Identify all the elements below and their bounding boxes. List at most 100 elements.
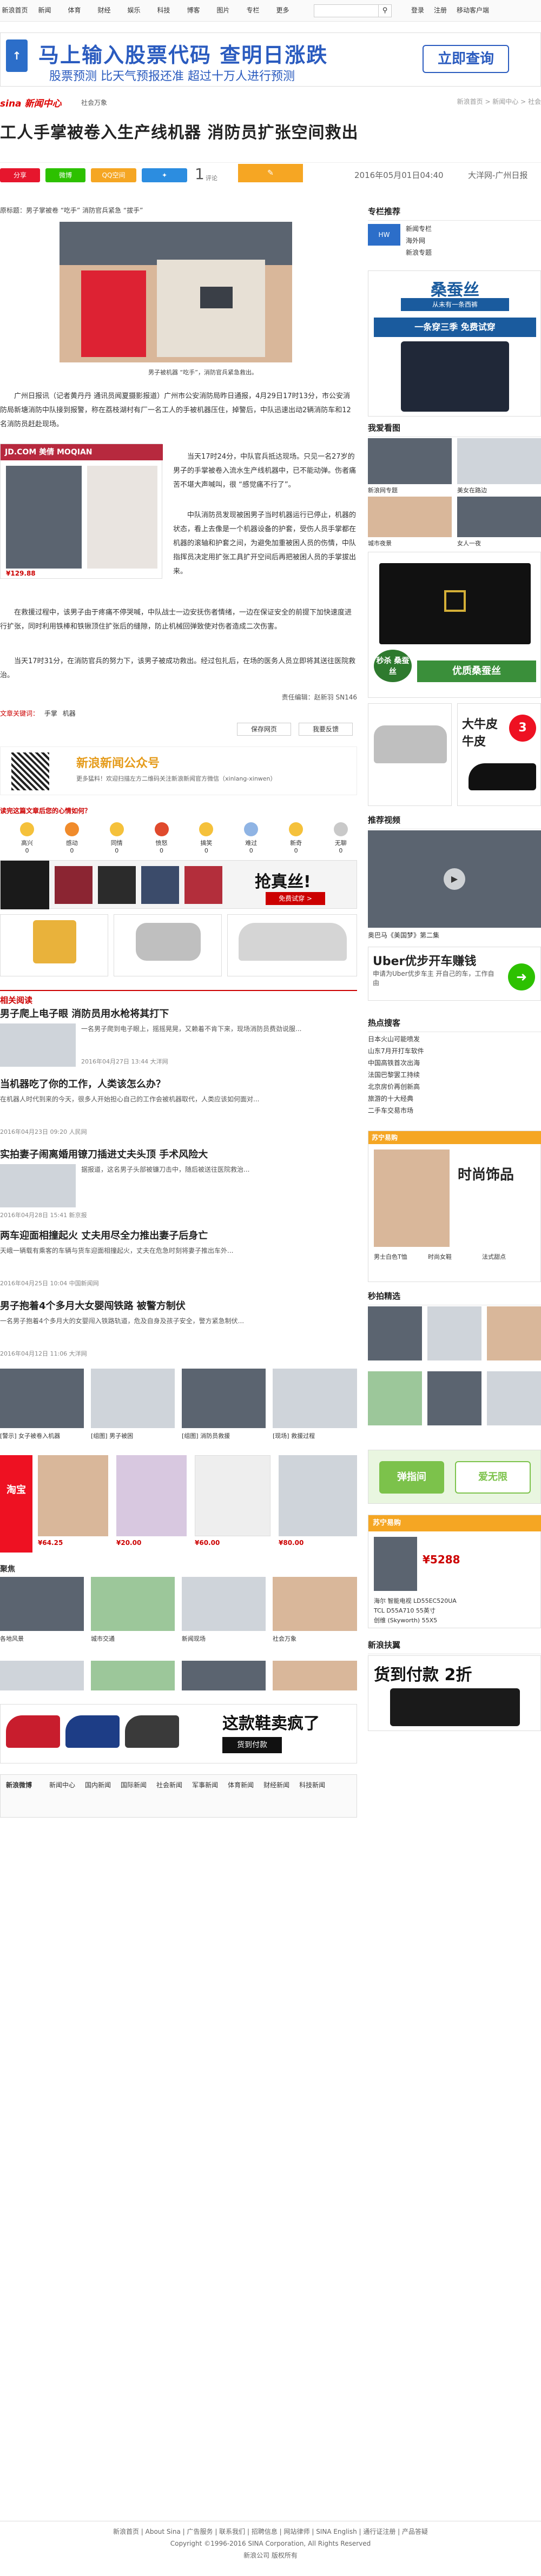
- register-link[interactable]: 注册: [434, 5, 447, 15]
- login-link[interactable]: 登录: [411, 5, 424, 15]
- related-item-thumb[interactable]: [0, 1023, 76, 1067]
- grid-thumb[interactable]: [457, 438, 541, 484]
- mood-item[interactable]: 新奇 0: [280, 822, 312, 854]
- discover-thumb[interactable]: [487, 1306, 541, 1360]
- channel-name[interactable]: 社会万象: [81, 98, 107, 107]
- sneaker-ad[interactable]: ✦: [142, 168, 187, 182]
- sneaker-ad-strip[interactable]: 这款鞋卖疯了 货到付款: [0, 1704, 357, 1763]
- gallery-thumb[interactable]: [182, 1577, 266, 1631]
- mobile-client-link[interactable]: 移动客户端: [457, 5, 489, 15]
- nav-link-news[interactable]: 新闻: [30, 5, 60, 15]
- bottom-nav-link[interactable]: 科技新闻: [299, 1780, 325, 1789]
- phone-item[interactable]: 海尔 智能电视 LD55EC520UA: [374, 1596, 536, 1606]
- bottom-nav-link[interactable]: 财经新闻: [263, 1780, 289, 1789]
- hot-search-item[interactable]: 中国高铁首次出海: [368, 1057, 541, 1069]
- top-ad-banner[interactable]: ↑ 马上输入股票代码 查明日涨跌 股票预测 比天气预报还准 超过十万人进行预测 …: [0, 32, 541, 87]
- gallery-thumb[interactable]: [0, 1661, 84, 1690]
- gallery-thumb[interactable]: [273, 1577, 357, 1631]
- silk-belt-ad[interactable]: 秒杀 桑蚕丝 优质桑蚕丝: [368, 552, 541, 698]
- keyword-tag[interactable]: 机器: [63, 710, 76, 717]
- grid-caption[interactable]: 城市夜景: [368, 539, 392, 547]
- gallery-thumb[interactable]: [182, 1661, 266, 1690]
- grid-caption[interactable]: 新浪网专题: [368, 486, 398, 494]
- gallery-caption[interactable]: 新闻现场: [182, 1634, 206, 1643]
- shop-item[interactable]: 时尚女鞋: [428, 1252, 452, 1261]
- hot-search-item[interactable]: 旅游的十大经典: [368, 1093, 541, 1105]
- discover-thumb[interactable]: [487, 1371, 541, 1425]
- discover-thumb[interactable]: [368, 1306, 422, 1360]
- grid-thumb[interactable]: [368, 438, 452, 484]
- nav-link-finance[interactable]: 财经: [89, 5, 119, 15]
- hw-logo[interactable]: HW: [368, 224, 400, 246]
- silk-trousers-ad[interactable]: 桑蚕丝 从未有一条西裤 一条穿三季 免费试穿: [368, 270, 541, 417]
- photo-caption[interactable]: [组图] 男子被困: [91, 1431, 175, 1440]
- arrow-right-icon[interactable]: ➜: [508, 963, 535, 990]
- search-input[interactable]: [314, 4, 379, 17]
- cod-bag-ad[interactable]: 货到付款 2折: [368, 1655, 541, 1731]
- grid-thumb[interactable]: [457, 497, 541, 537]
- mood-item[interactable]: 难过 0: [235, 822, 267, 854]
- related-item[interactable]: 男子爬上电子眼 消防员用水枪将其打下 一名男子爬到电子眼上，摇摇晃晃，又赖着不肯…: [0, 1006, 357, 1071]
- phone-item[interactable]: 创维 (Skyworth) 55X5: [374, 1616, 536, 1626]
- shoe-ad[interactable]: 大牛皮 牛皮 3: [457, 703, 541, 806]
- keyword-tag[interactable]: 手掌: [44, 710, 57, 717]
- sidebar-link[interactable]: 新浪专题: [406, 248, 541, 257]
- comment-label[interactable]: 评论: [206, 174, 217, 182]
- mood-item[interactable]: 感动 0: [56, 822, 88, 854]
- discover-thumb[interactable]: [368, 1371, 422, 1425]
- play-icon[interactable]: ▶: [444, 868, 465, 890]
- mood-item[interactable]: 无聊 0: [325, 822, 357, 854]
- discover-thumb[interactable]: [427, 1371, 481, 1425]
- ad-banner-button[interactable]: 一条穿三季 免费试穿: [374, 318, 536, 337]
- discover-thumb[interactable]: [427, 1306, 481, 1360]
- suning-phone-ad[interactable]: 苏宁易购 ¥5288 海尔 智能电视 LD55EC520UA TCL D55A7…: [368, 1515, 541, 1628]
- gallery-thumb[interactable]: [273, 1661, 357, 1690]
- gallery-caption[interactable]: 城市交通: [91, 1634, 115, 1643]
- save-page-button[interactable]: 保存网页: [237, 723, 291, 736]
- share-button[interactable]: 分享: [0, 168, 40, 182]
- photo-thumb[interactable]: [91, 1369, 175, 1428]
- nav-link-sports[interactable]: 体育: [60, 5, 89, 15]
- shop-item[interactable]: 法式甜点: [482, 1252, 506, 1261]
- related-item-thumb[interactable]: [0, 1164, 76, 1207]
- photo-caption[interactable]: [现场] 救援过程: [273, 1431, 357, 1440]
- sidebar-link[interactable]: 海外网: [406, 236, 541, 245]
- gallery-caption[interactable]: 社会万象: [273, 1634, 296, 1643]
- comment-count[interactable]: 1: [195, 165, 204, 183]
- bottom-nav-link[interactable]: 国内新闻: [85, 1780, 111, 1789]
- hot-search-item[interactable]: 北京房价再创新高: [368, 1081, 541, 1093]
- hot-search-item[interactable]: 二手车交易市场: [368, 1105, 541, 1117]
- related-item[interactable]: 两车迎面相撞起火 丈夫用尽全力推出妻子后身亡 天峨一辆载有乘客的车辆与货车迎面相…: [0, 1228, 357, 1293]
- car-phone-ad[interactable]: [0, 914, 357, 979]
- related-item[interactable]: 男子抱着4个多月大女婴闯铁路 被警方制伏 一名男子抱着4个多月大的女婴闯入铁路轨…: [0, 1298, 357, 1363]
- grid-caption[interactable]: 女人一夜: [457, 539, 481, 547]
- footer-links[interactable]: 新浪首页 | About Sina | 广告服务 | 联系我们 | 招聘信息 |…: [0, 2526, 541, 2538]
- gallery-thumb[interactable]: [91, 1577, 175, 1631]
- nav-link-more[interactable]: 更多: [268, 5, 298, 15]
- edit-icon[interactable]: ✎: [238, 164, 303, 182]
- grid-thumb[interactable]: [368, 497, 452, 537]
- silk-ad-button[interactable]: 优质桑蚕丝: [417, 660, 536, 682]
- suning-shop-ad[interactable]: 苏宁易购 时尚饰品 男士白色T恤 时尚女鞋 法式甜点: [368, 1131, 541, 1282]
- uber-ad[interactable]: Uber优步开车赚钱 申请为Uber优步车主 开自己的车，工作自由 ➜: [368, 947, 541, 1001]
- photo-thumb[interactable]: [273, 1369, 357, 1428]
- inline-clothing-ad[interactable]: JD.COM 美倩 MOQIAN ¥129.88: [0, 444, 163, 579]
- nav-link-home[interactable]: 新浪首页: [0, 5, 30, 15]
- related-item-title[interactable]: 两车迎面相撞起火 丈夫用尽全力推出妻子后身亡: [0, 1228, 357, 1242]
- mood-item[interactable]: 搞笑 0: [190, 822, 222, 854]
- hot-search-item[interactable]: 日本火山可能喷发: [368, 1033, 541, 1045]
- nav-link-photo[interactable]: 图片: [208, 5, 238, 15]
- sidebar-link[interactable]: 新闻专栏: [406, 224, 541, 233]
- sina-news-logo[interactable]: sina 新闻中心: [0, 96, 61, 109]
- bottom-nav-link[interactable]: 军事新闻: [192, 1780, 218, 1789]
- related-item-title[interactable]: 实拍妻子闹离婚用镣刀插进丈夫头顶 手术风险大: [0, 1147, 357, 1161]
- shirt-ad-strip[interactable]: 抢真丝! 免费试穿 >: [0, 860, 357, 909]
- mood-item[interactable]: 同情 0: [101, 822, 133, 854]
- bottom-nav-link[interactable]: 国际新闻: [121, 1780, 147, 1789]
- nav-link-column[interactable]: 专栏: [238, 5, 268, 15]
- photo-thumb[interactable]: [0, 1369, 84, 1428]
- nav-link-ent[interactable]: 娱乐: [119, 5, 149, 15]
- shop-item[interactable]: 男士白色T恤: [374, 1252, 407, 1261]
- taobao-shop-row[interactable]: 淘宝 ¥64.25 ¥20.00 ¥60.00 ¥80.00: [0, 1455, 357, 1553]
- related-item-title[interactable]: 男子抱着4个多月大女婴闯铁路 被警方制伏: [0, 1298, 357, 1312]
